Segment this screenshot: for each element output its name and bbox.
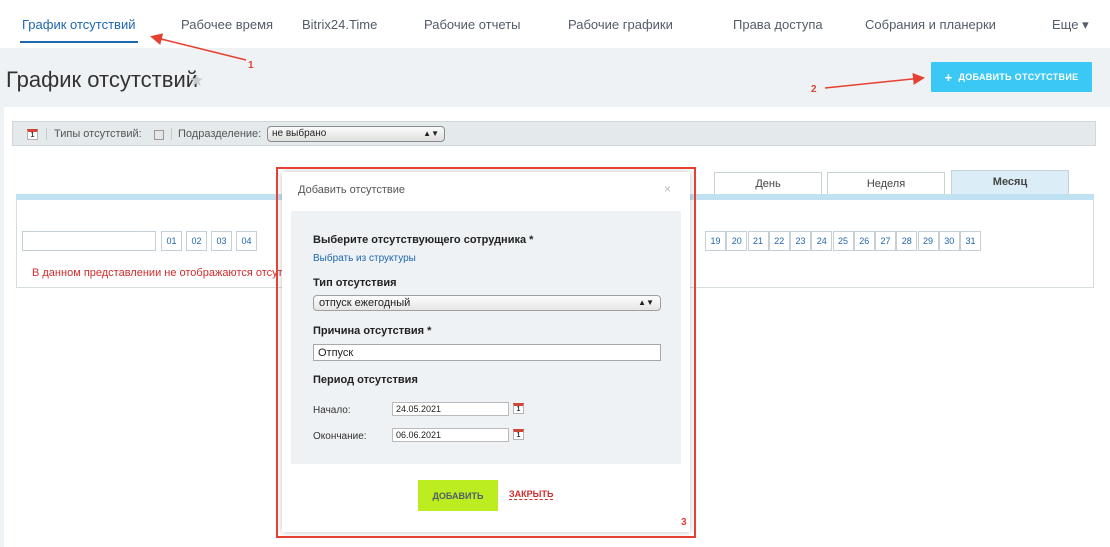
annotation-number-3: 3	[681, 517, 687, 528]
annotation-arrows	[150, 33, 925, 89]
annotation-arrow-1	[150, 33, 247, 61]
annotation-number-1: 1	[248, 60, 254, 71]
annotation-number-2: 2	[811, 84, 817, 95]
annotation-arrow-2	[824, 72, 925, 89]
